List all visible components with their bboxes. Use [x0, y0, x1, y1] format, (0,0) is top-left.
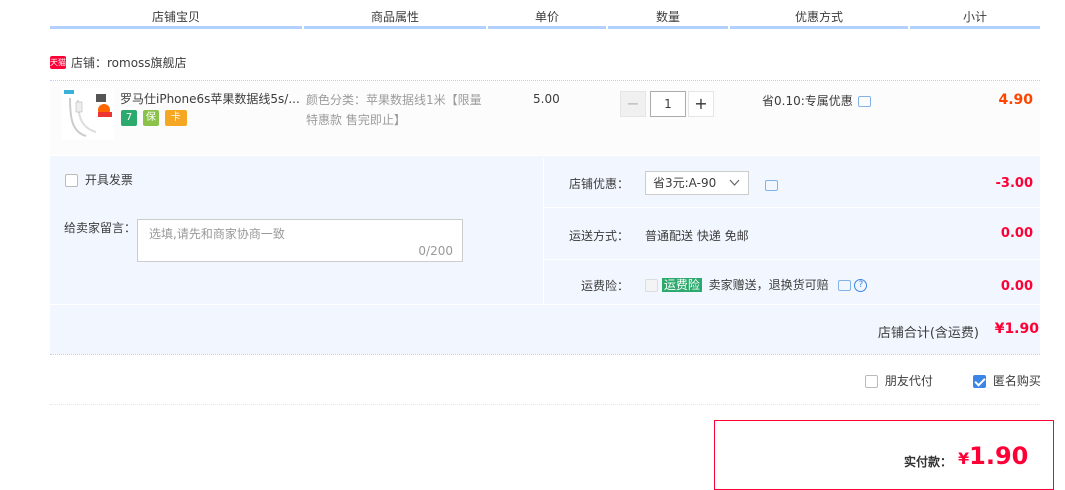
insurance-desc: 卖家赠送，退换货可赔 — [708, 278, 829, 292]
shop-coupon-select[interactable]: 省3元:A-90 — [645, 171, 749, 195]
insurance-label: 运费险： — [581, 279, 630, 293]
help-icon[interactable]: ? — [854, 279, 868, 292]
header-unit-price: 单价 — [534, 10, 559, 24]
panel-divider — [543, 158, 544, 304]
invoice-option[interactable]: 开具发票 — [65, 172, 133, 188]
header-underline — [608, 26, 728, 29]
anonymous-label: 匿名购买 — [992, 374, 1041, 388]
header-subtotal: 小计 — [962, 10, 987, 24]
anonymous-checkbox[interactable] — [973, 375, 986, 388]
product-thumbnail[interactable] — [62, 88, 114, 140]
quantity-decrease-button[interactable]: − — [620, 91, 646, 117]
cable-image-icon — [64, 90, 112, 137]
shop-name-link[interactable]: 店铺：romoss旗舰店 — [71, 54, 187, 72]
quantity-input[interactable]: 1 — [650, 91, 686, 117]
message-label: 给卖家留言： — [64, 221, 137, 235]
comment-icon[interactable] — [857, 96, 871, 107]
payment-label: 实付款： — [904, 455, 953, 469]
payment-value: 1.90 — [969, 442, 1029, 470]
invoice-checkbox[interactable] — [65, 174, 78, 187]
shipping-label: 运送方式： — [569, 229, 630, 243]
friend-pay-option[interactable]: 朋友代付 — [865, 373, 933, 389]
message-placeholder: 选填,请先和商家协商一致 — [149, 227, 285, 241]
sku-attributes: 颜色分类：苹果数据线1米【限量 特惠款 售完即止】 — [306, 90, 492, 130]
quantity-increase-button[interactable]: + — [688, 91, 714, 117]
currency-symbol: ¥ — [958, 449, 970, 468]
promo-icons: 7 保 卡 — [121, 110, 189, 128]
header-discount: 优惠方式 — [794, 10, 843, 24]
shipping-amount: 0.00 — [1000, 226, 1033, 241]
message-input[interactable]: 选填,请先和商家协商一致 0/200 — [137, 219, 463, 262]
friend-pay-label: 朋友代付 — [884, 374, 933, 388]
insurance-amount: 0.00 — [1000, 279, 1033, 294]
header-attributes: 商品属性 — [370, 10, 419, 24]
header-underline — [488, 26, 606, 29]
panel-divider — [544, 259, 1040, 260]
shipping-method: 普通配送 快递 免邮 — [645, 229, 749, 243]
panel-divider — [544, 207, 1040, 208]
invoice-label: 开具发票 — [84, 173, 133, 187]
shop-coupon-amount: -3.00 — [995, 176, 1033, 191]
tmall-icon: 天猫 — [50, 56, 66, 69]
discount-text: 省0.10:专属优惠 — [762, 94, 853, 108]
header-quantity: 数量 — [655, 10, 680, 24]
item-subtotal: 4.90 — [998, 92, 1033, 108]
product-title-link[interactable]: 罗马仕iPhone6s苹果数据线5s/... — [120, 90, 302, 108]
insurance-checkbox — [645, 279, 658, 292]
sku-line: 特惠款 售完即止】 — [306, 113, 406, 127]
header-underline — [730, 26, 908, 29]
shop-total-label: 店铺合计(含运费) — [877, 326, 979, 341]
payment-amount: ¥1.90 — [958, 442, 1028, 473]
chevron-down-icon — [729, 179, 740, 186]
seven-day-return-icon: 7 — [121, 110, 137, 126]
divider — [50, 404, 1040, 405]
unit-price: 5.00 — [533, 92, 560, 106]
guarantee-icon: 保 — [142, 110, 159, 126]
shop-total-value: ¥1.90 — [994, 321, 1039, 337]
discount-info: 省0.10:专属优惠 — [762, 92, 871, 110]
friend-pay-checkbox[interactable] — [865, 375, 878, 388]
sku-line: 颜色分类：苹果数据线1米【限量 — [306, 93, 482, 107]
insurance-tag: 运费险 — [661, 278, 702, 292]
comment-icon[interactable] — [837, 280, 851, 291]
message-counter: 0/200 — [418, 244, 453, 258]
shop-coupon-value: 省3元:A-90 — [653, 176, 717, 190]
insurance-option: 运费险 卖家赠送，退换货可赔 ? — [645, 276, 868, 294]
shop-coupon-label: 店铺优惠： — [569, 177, 630, 191]
anonymous-option[interactable]: 匿名购买 — [973, 373, 1041, 389]
card-payment-icon: 卡 — [164, 110, 187, 126]
header-underline — [50, 26, 302, 29]
header-underline — [304, 26, 486, 29]
divider — [50, 354, 1040, 355]
comment-icon[interactable] — [765, 180, 778, 191]
header-shop-item: 店铺宝贝 — [151, 10, 200, 24]
panel-divider — [50, 304, 1040, 305]
header-underline — [910, 26, 1040, 29]
